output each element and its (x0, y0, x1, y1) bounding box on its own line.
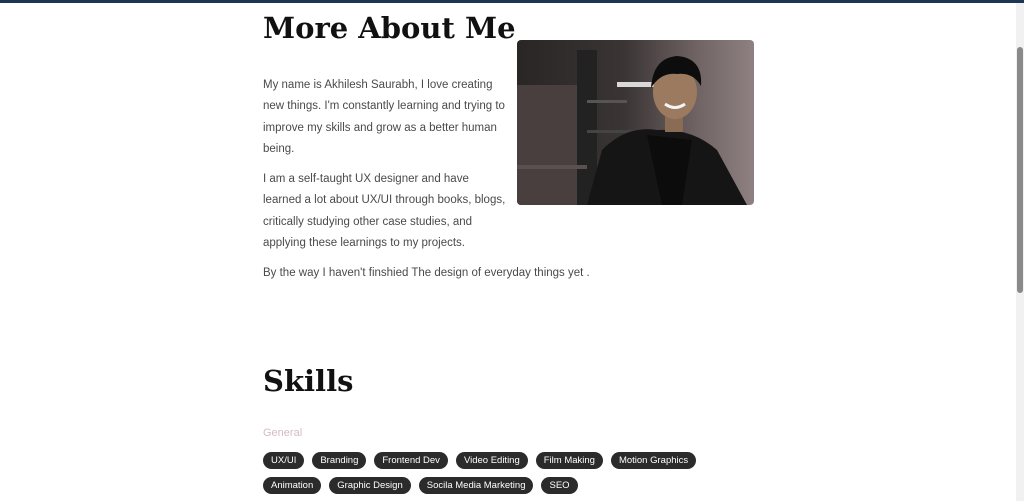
skills-category-label: General (263, 427, 303, 439)
skill-tag-branding[interactable]: Branding (312, 452, 367, 469)
about-paragraph-1: My name is Akhilesh Saurabh, I love crea… (263, 79, 505, 155)
skill-tag-social-media-marketing[interactable]: Socila Media Marketing (418, 477, 534, 494)
vertical-scrollbar[interactable] (1016, 3, 1024, 501)
scrollbar-thumb[interactable] (1017, 47, 1023, 293)
portrait-photo-icon (517, 40, 754, 205)
page-content: More About Me My name is Akhilesh Saurab… (0, 3, 1016, 501)
skill-tag-ux-ui[interactable]: UX/UI (263, 452, 305, 469)
skill-tag-seo[interactable]: SEO (541, 477, 578, 494)
skill-tag-motion-graphics[interactable]: Motion Graphics (610, 452, 697, 469)
about-paragraph-3: By the way I haven't finshied The design… (263, 267, 590, 279)
profile-photo (517, 40, 754, 205)
skill-tag-film-making[interactable]: Film Making (535, 452, 603, 469)
skills-title: Skills (263, 364, 354, 398)
skill-tag-animation[interactable]: Animation (263, 477, 322, 494)
skill-tag-graphic-design[interactable]: Graphic Design (329, 477, 411, 494)
skills-tags-row-1: UX/UI Branding Frontend Dev Video Editin… (263, 452, 697, 469)
skill-tag-video-editing[interactable]: Video Editing (455, 452, 528, 469)
skill-tag-frontend-dev[interactable]: Frontend Dev (374, 452, 448, 469)
about-paragraph-2: I am a self-taught UX designer and have … (263, 173, 506, 249)
skills-tags-row-2: Animation Graphic Design Socila Media Ma… (263, 477, 578, 494)
about-title: More About Me (263, 11, 516, 45)
